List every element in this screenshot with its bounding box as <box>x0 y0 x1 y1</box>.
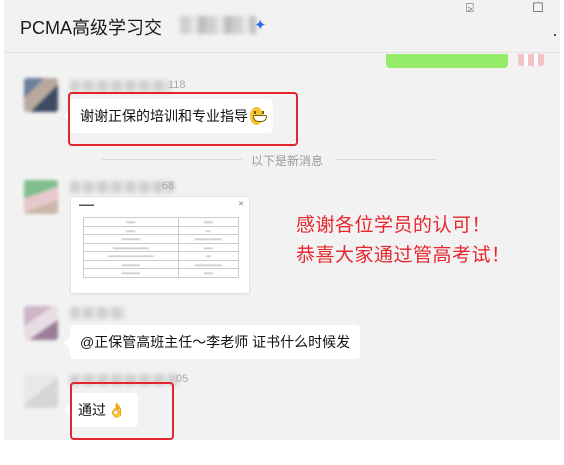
chat-window: PCMA高级学习交 ✦ ⍄ ☐ · 118 谢谢正保的培训和专业指导 以下是新消… <box>4 0 560 440</box>
overlay-congrats-text: 恭喜大家通过管高考试！ <box>296 245 511 266</box>
chat-header: PCMA高级学习交 ✦ ⍄ ☐ · <box>4 0 560 53</box>
divider-line-left <box>102 159 242 160</box>
title-redacted <box>180 16 256 34</box>
certificate-query-image[interactable]: ▬▬▬ ✕ ▬▬ ▬▬ ▬▬ ▬ ▬▬▬▬ ▬▬▬▬▬▬ ▬▬▬▬▬▬▬▬ ▬▬ ▬▬▬… <box>70 196 250 294</box>
avatar[interactable] <box>24 78 58 112</box>
redacted-fragment <box>518 54 544 66</box>
highlight-box <box>68 92 298 146</box>
avatar[interactable] <box>24 306 58 340</box>
sender-name <box>70 181 174 193</box>
self-message-bubble[interactable] <box>386 54 508 68</box>
close-icon: ✕ <box>238 201 244 208</box>
doc-table: ▬▬ ▬▬ ▬▬ ▬ ▬▬▬▬ ▬▬▬▬▬▬ ▬▬▬▬▬▬▬▬ ▬▬ ▬▬▬▬▬▬▬▬▬… <box>83 217 239 278</box>
message-text: @正保管高班主任～李老师 证书什么时候发 <box>80 334 351 350</box>
divider-line-right <box>336 159 436 160</box>
avatar[interactable] <box>24 180 58 214</box>
more-icon[interactable]: · <box>552 24 558 45</box>
sender-name <box>70 80 170 92</box>
message-bubble[interactable]: @正保管高班主任～李老师 证书什么时候发 <box>70 325 360 359</box>
maximize-icon[interactable]: ☐ <box>532 0 544 16</box>
highlight-box <box>70 382 174 440</box>
sender-name <box>70 307 126 319</box>
new-messages-divider: 以下是新消息 <box>4 151 560 168</box>
sender-name-tail: 68 <box>162 180 175 192</box>
avatar[interactable] <box>24 374 58 408</box>
sender-name-tail: 05 <box>176 373 189 385</box>
chat-title: PCMA高级学习交 <box>20 18 163 38</box>
doc-title: ▬▬▬ <box>79 202 94 208</box>
overlay-thanks-text: 感谢各位学员的认可！ <box>296 215 492 236</box>
sender-name-tail: 118 <box>168 79 186 91</box>
group-tag-icon: ✦ <box>254 17 267 34</box>
pin-icon[interactable]: ⍄ <box>466 0 474 16</box>
divider-text: 以下是新消息 <box>251 154 324 168</box>
